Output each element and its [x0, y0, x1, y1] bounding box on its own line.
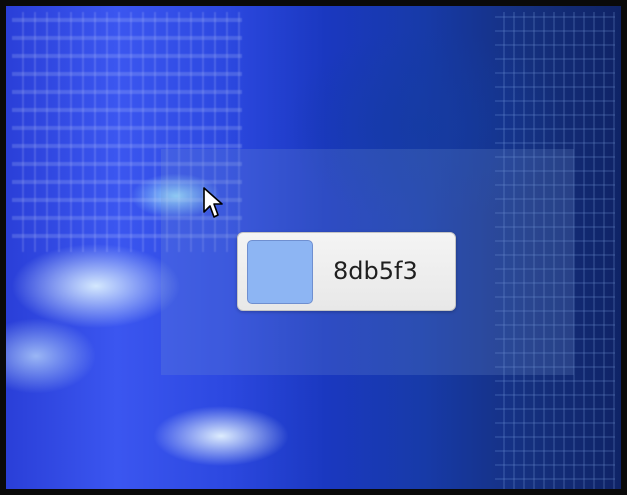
screen-frame: 8db5f3	[0, 0, 627, 495]
color-value-popup: 8db5f3	[237, 232, 456, 311]
color-swatch[interactable]	[247, 240, 313, 304]
hex-color-value: 8db5f3	[333, 257, 418, 285]
mouse-pointer-icon	[202, 186, 226, 222]
